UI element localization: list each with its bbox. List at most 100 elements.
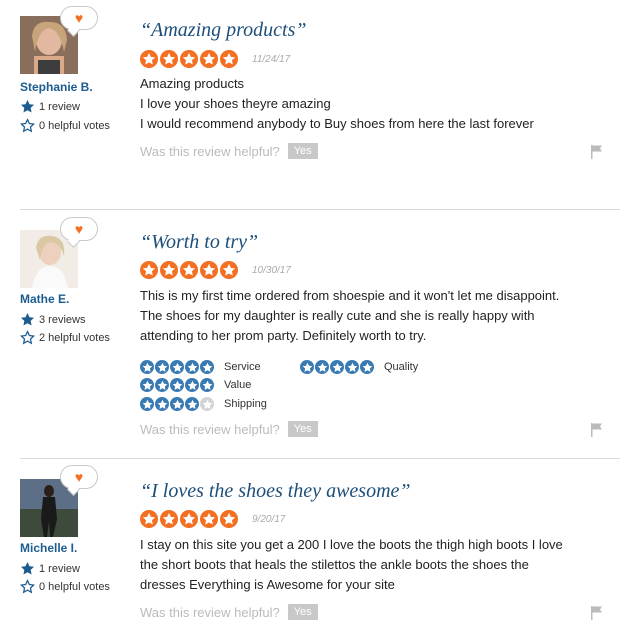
star-icon bbox=[157, 399, 167, 409]
sub-rating-star bbox=[300, 360, 314, 374]
rating-star bbox=[200, 261, 218, 279]
review-body-line: attending to her prom party. Definitely … bbox=[140, 328, 427, 343]
sub-rating-service: Service bbox=[140, 360, 261, 374]
review-body: This is my first time ordered from shoes… bbox=[140, 286, 610, 346]
sub-rating-star bbox=[200, 360, 214, 374]
flag-icon[interactable] bbox=[590, 606, 604, 620]
rating-star bbox=[220, 510, 238, 528]
sub-rating-value: Value bbox=[140, 378, 251, 392]
star-icon bbox=[157, 380, 167, 390]
heart-icon: ♥ bbox=[74, 221, 84, 237]
helpful-prompt: Was this review helpful? bbox=[140, 143, 280, 159]
review-body-line: Amazing products bbox=[140, 76, 245, 91]
sub-rating-stars bbox=[140, 378, 215, 392]
star-icon bbox=[187, 380, 197, 390]
sub-rating-star bbox=[155, 378, 169, 392]
flag-icon[interactable] bbox=[590, 145, 604, 159]
rating-star bbox=[140, 510, 158, 528]
helpful-votes-count: 2 helpful votes bbox=[20, 330, 110, 345]
reviewer-name[interactable]: Stephanie B. bbox=[20, 80, 93, 94]
star-icon bbox=[347, 362, 357, 372]
helpful-yes-button[interactable]: Yes bbox=[287, 604, 318, 620]
helpful-votes-count: 0 helpful votes bbox=[20, 579, 110, 594]
helpful-prompt: Was this review helpful? bbox=[140, 604, 280, 620]
reviewer-name[interactable]: Mathe E. bbox=[20, 292, 69, 306]
star-icon bbox=[222, 263, 236, 276]
star-icon bbox=[222, 52, 236, 65]
rating-star bbox=[160, 510, 178, 528]
review-title: “Amazing products” bbox=[140, 19, 307, 41]
review-divider bbox=[20, 458, 620, 459]
review-body-line: the short boots that heals the stilettos… bbox=[140, 557, 529, 572]
star-icon bbox=[187, 399, 197, 409]
star-icon bbox=[20, 312, 35, 326]
favorite-heart-button[interactable]: ♥ bbox=[60, 465, 98, 489]
star-icon bbox=[332, 362, 342, 372]
rating-star bbox=[160, 50, 178, 68]
sub-rating-star bbox=[170, 378, 184, 392]
sub-rating-stars bbox=[140, 397, 215, 411]
sub-rating-star bbox=[360, 360, 374, 374]
star-icon bbox=[182, 52, 196, 65]
flag-icon[interactable] bbox=[590, 423, 604, 437]
sub-rating-quality: Quality bbox=[300, 360, 418, 374]
rating-stars bbox=[140, 50, 240, 68]
sub-rating-star bbox=[185, 378, 199, 392]
star-icon bbox=[142, 399, 152, 409]
reviewer-name[interactable]: Michelle I. bbox=[20, 541, 77, 555]
sub-rating-label: Shipping bbox=[224, 398, 267, 410]
helpful-votes-count: 0 helpful votes bbox=[20, 118, 110, 133]
star-icon bbox=[142, 512, 156, 525]
rating-star bbox=[200, 510, 218, 528]
heart-icon: ♥ bbox=[74, 10, 84, 26]
sub-rating-star bbox=[140, 360, 154, 374]
heart-icon: ♥ bbox=[74, 469, 84, 485]
star-icon bbox=[362, 362, 372, 372]
sub-rating-star bbox=[155, 397, 169, 411]
review-rating: 11/24/17 bbox=[140, 50, 290, 68]
sub-rating-star bbox=[200, 397, 214, 411]
star-icon bbox=[142, 380, 152, 390]
helpful-yes-button[interactable]: Yes bbox=[287, 143, 318, 159]
sub-rating-star bbox=[140, 378, 154, 392]
review-date: 11/24/17 bbox=[252, 53, 291, 65]
rating-stars bbox=[140, 510, 240, 528]
favorite-heart-button[interactable]: ♥ bbox=[60, 6, 98, 30]
sub-rating-shipping: Shipping bbox=[140, 397, 267, 411]
star-icon bbox=[202, 362, 212, 372]
rating-stars bbox=[140, 261, 240, 279]
star-icon bbox=[202, 52, 216, 65]
sub-rating-star bbox=[315, 360, 329, 374]
rating-star bbox=[140, 261, 158, 279]
star-icon bbox=[162, 52, 176, 65]
star-icon bbox=[172, 380, 182, 390]
favorite-heart-button[interactable]: ♥ bbox=[60, 217, 98, 241]
star-icon bbox=[172, 362, 182, 372]
review-body-line: dresses Everything is Awesome for your s… bbox=[140, 577, 395, 592]
helpful-yes-button[interactable]: Yes bbox=[287, 421, 318, 437]
sub-rating-star bbox=[170, 360, 184, 374]
sub-rating-stars bbox=[300, 360, 375, 374]
review-body-line: The shoes for my daughter is really cute… bbox=[140, 308, 535, 323]
review-body: I stay on this site you get a 200 I love… bbox=[140, 535, 610, 595]
star-outline-icon bbox=[20, 118, 35, 133]
reviews-count: 3 reviews bbox=[20, 312, 85, 327]
rating-star bbox=[180, 261, 198, 279]
star-icon bbox=[142, 263, 156, 276]
star-icon bbox=[202, 399, 212, 409]
star-icon bbox=[162, 263, 176, 276]
reviews-count: 1 review bbox=[20, 99, 80, 114]
sub-rating-star bbox=[200, 378, 214, 392]
sub-rating-label: Value bbox=[224, 379, 252, 391]
sub-rating-label: Quality bbox=[384, 361, 419, 373]
rating-star bbox=[200, 50, 218, 68]
sub-rating-star bbox=[170, 397, 184, 411]
rating-star bbox=[160, 261, 178, 279]
review-body: Amazing products I love your shoes theyr… bbox=[140, 74, 610, 134]
helpful-row: Was this review helpful? Yes bbox=[140, 421, 318, 437]
star-icon bbox=[202, 512, 216, 525]
star-icon bbox=[202, 263, 216, 276]
review-title: “Worth to try” bbox=[140, 231, 259, 253]
sub-rating-star bbox=[155, 360, 169, 374]
star-outline-icon bbox=[20, 579, 35, 594]
